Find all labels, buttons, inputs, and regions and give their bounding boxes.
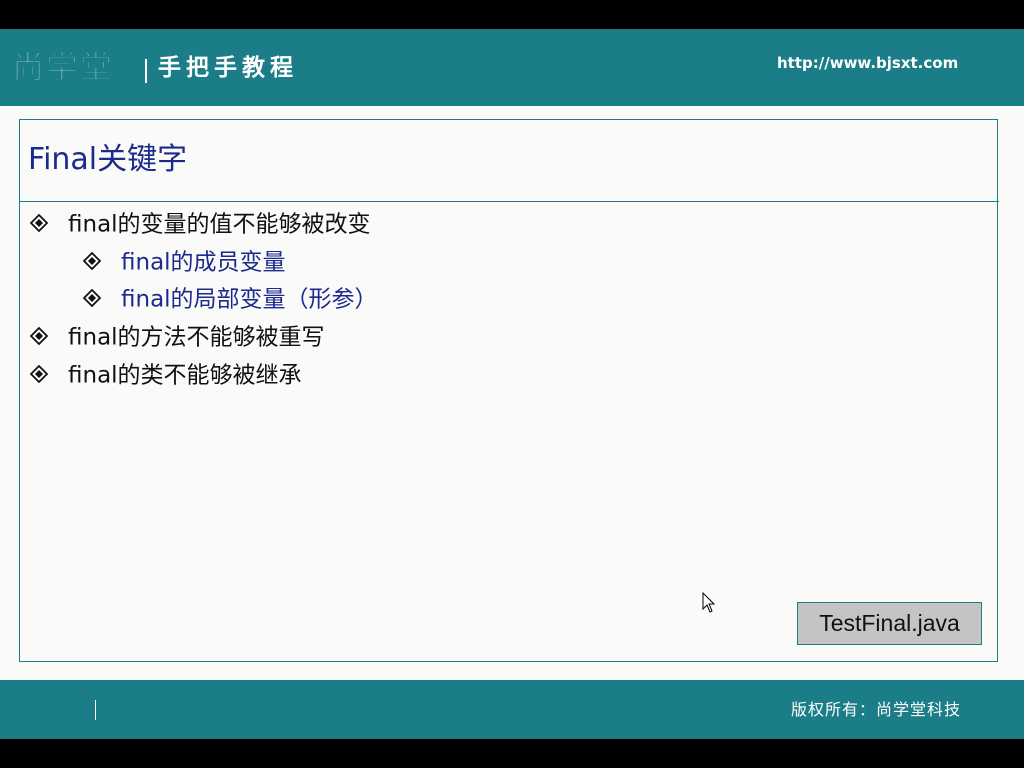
bullet-item: final的局部变量（形参） (83, 284, 378, 315)
mouse-pointer-icon (702, 591, 716, 618)
diamond-bullet-icon (30, 364, 48, 383)
header-divider (145, 59, 147, 83)
header-tagline: 手把手教程 (158, 55, 298, 81)
bullet-item: final的变量的值不能够被改变 (30, 209, 371, 240)
logo: 尚学堂 (11, 48, 115, 87)
diamond-bullet-icon (30, 326, 48, 345)
bullet-text: final的成员变量 (121, 249, 286, 276)
bullet-text: final的方法不能够被重写 (68, 324, 325, 351)
header-bar: 尚学堂 手把手教程 http://www.bjsxt.com (0, 29, 1024, 106)
header-url[interactable]: http://www.bjsxt.com (777, 53, 958, 73)
diamond-bullet-icon (83, 251, 101, 270)
footer-divider (95, 700, 96, 720)
bullet-text: final的变量的值不能够被改变 (68, 211, 371, 238)
bullet-item: final的类不能够被继承 (30, 360, 302, 391)
footer-bar: 版权所有：尚学堂科技 (0, 680, 1024, 739)
testfinal-file-button[interactable]: TestFinal.java (797, 602, 982, 645)
bullet-text: final的类不能够被继承 (68, 362, 302, 389)
slide-title: Final关键字 (28, 142, 188, 177)
bullet-item: final的成员变量 (83, 247, 286, 278)
footer-copyright: 版权所有：尚学堂科技 (791, 700, 962, 719)
bullet-item: final的方法不能够被重写 (30, 322, 325, 353)
diamond-bullet-icon (30, 213, 48, 232)
diamond-bullet-icon (83, 288, 101, 307)
title-divider (19, 201, 999, 202)
bullet-text: final的局部变量（形参） (121, 286, 378, 313)
